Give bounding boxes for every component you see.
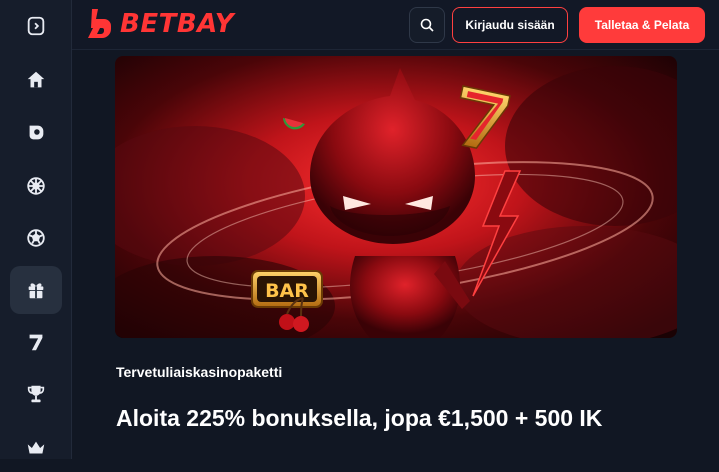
betbay-logo[interactable]: BETBAY [86, 7, 234, 41]
sidebar-item-live-casino[interactable] [10, 108, 62, 156]
trophy-icon [27, 385, 45, 403]
promo-banner-image[interactable]: BAR [115, 56, 677, 338]
search-button[interactable] [409, 7, 445, 43]
sidebar-item-vip[interactable] [10, 424, 62, 472]
sidebar [0, 0, 72, 459]
sidebar-item-home[interactable] [10, 56, 62, 104]
search-icon [420, 18, 434, 32]
lightning-b-logo-icon [88, 9, 111, 38]
promo-subtitle: Tervetuliaiskasinopaketti [116, 364, 283, 380]
top-header: BETBAY Kirjaudu sisään Talletaa & Pelata [72, 0, 719, 50]
sidebar-item-casino[interactable] [10, 162, 62, 210]
promo-headline: Aloita 225% bonuksella, jopa €1,500 + 50… [116, 405, 603, 431]
collapse-sidebar-icon [27, 16, 45, 36]
poker-chip-icon [29, 125, 44, 140]
login-button[interactable]: Kirjaudu sisään [452, 7, 568, 43]
sidebar-item-sports[interactable] [10, 214, 62, 262]
crown-icon [27, 441, 45, 454]
gift-icon [28, 283, 44, 299]
promo-artwork: BAR [115, 56, 677, 338]
sidebar-item-slots[interactable] [10, 318, 62, 366]
sidebar-item-tournaments[interactable] [10, 370, 62, 418]
casino-wheel-icon [27, 177, 45, 195]
sidebar-collapse-button[interactable] [10, 2, 62, 50]
brand-name: BETBAY [120, 9, 235, 39]
soccer-ball-icon [27, 229, 45, 247]
sidebar-item-promotions[interactable] [10, 266, 62, 314]
home-icon [27, 71, 45, 88]
deposit-play-button[interactable]: Talletaa & Pelata [579, 7, 705, 43]
slot-seven-icon [29, 334, 43, 351]
